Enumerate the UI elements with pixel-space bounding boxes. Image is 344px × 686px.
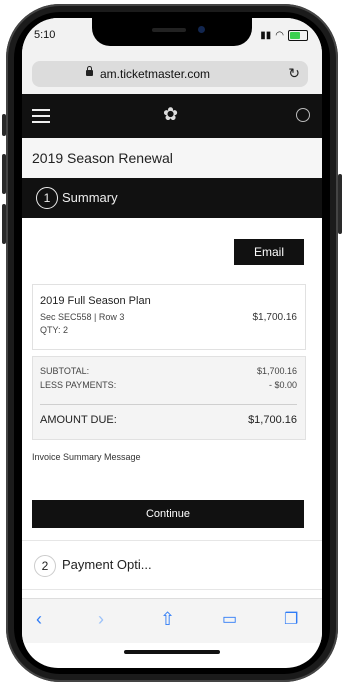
divider <box>40 404 297 405</box>
url-field[interactable]: am.ticketmaster.com ↻ <box>32 61 308 87</box>
power-button <box>338 174 342 234</box>
amount-due-value: $1,700.16 <box>248 414 297 426</box>
totals-card: SUBTOTAL: $1,700.16 LESS PAYMENTS: - $0.… <box>32 356 306 440</box>
status-bar: 5:10 ▮▮ ◠ <box>22 18 322 56</box>
battery-icon <box>288 30 308 41</box>
menu-icon[interactable] <box>32 109 50 123</box>
email-button[interactable]: Email <box>234 239 304 265</box>
signal-icon: ▮▮ <box>260 30 272 41</box>
browser-address-bar: am.ticketmaster.com ↻ <box>22 56 322 94</box>
page-title: 2019 Season Renewal <box>32 150 173 166</box>
amount-due-row: AMOUNT DUE: $1,700.16 <box>40 414 297 426</box>
payments-row: LESS PAYMENTS: - $0.00 <box>40 380 297 390</box>
subtotal-row: SUBTOTAL: $1,700.16 <box>40 366 297 376</box>
account-icon[interactable] <box>296 108 310 122</box>
reload-icon[interactable]: ↻ <box>288 65 300 82</box>
camera <box>198 26 205 33</box>
step-number: 1 <box>36 187 58 209</box>
payments-value: - $0.00 <box>268 380 297 390</box>
mute-switch <box>2 114 6 136</box>
subtotal-value: $1,700.16 <box>256 366 297 376</box>
home-indicator[interactable] <box>124 650 220 654</box>
step-label: Payment Opti... <box>62 557 152 572</box>
url-text: am.ticketmaster.com <box>100 67 211 81</box>
step-summary-header[interactable]: 1 Summary <box>22 178 322 218</box>
share-icon[interactable]: ⇧ <box>160 609 175 630</box>
notch <box>92 18 252 46</box>
back-icon[interactable]: ‹ <box>36 609 42 630</box>
subtotal-label: SUBTOTAL: <box>40 366 90 376</box>
plan-qty: QTY: 2 <box>40 325 69 335</box>
safari-toolbar: ‹ › ⇧ ▭ ❐ <box>22 598 322 643</box>
plan-seat: Sec SEC558 | Row 3 <box>40 312 125 322</box>
plan-card: 2019 Full Season Plan Sec SEC558 | Row 3… <box>32 284 306 350</box>
forward-icon[interactable]: › <box>98 609 104 630</box>
plan-name: 2019 Full Season Plan <box>40 295 151 307</box>
amount-due-label: AMOUNT DUE: <box>40 414 117 426</box>
status-time: 5:10 <box>34 29 56 41</box>
logo-icon: ✿ <box>163 104 179 124</box>
step-label: Summary <box>62 190 118 205</box>
continue-button[interactable]: Continue <box>32 500 304 528</box>
plan-amount: $1,700.16 <box>252 312 298 323</box>
app-header: ✿ <box>22 94 322 138</box>
speaker <box>152 28 186 32</box>
page-title-bar: 2019 Season Renewal <box>22 138 322 179</box>
payments-label: LESS PAYMENTS: <box>40 380 117 390</box>
tabs-icon[interactable]: ❐ <box>284 609 298 629</box>
phone-screen: 5:10 ▮▮ ◠ am.ticketmaster.com ↻ ✿ 2019 S… <box>22 18 322 668</box>
bookmarks-icon[interactable]: ▭ <box>222 609 237 629</box>
volume-up-button <box>2 154 6 194</box>
volume-down-button <box>2 204 6 244</box>
status-icons: ▮▮ ◠ <box>260 30 308 41</box>
step-payment-options[interactable]: 2 Payment Opti... <box>22 540 322 590</box>
invoice-message: Invoice Summary Message <box>32 452 141 462</box>
lock-icon <box>86 66 93 76</box>
step-number: 2 <box>34 555 56 577</box>
wifi-icon: ◠ <box>275 30 284 41</box>
